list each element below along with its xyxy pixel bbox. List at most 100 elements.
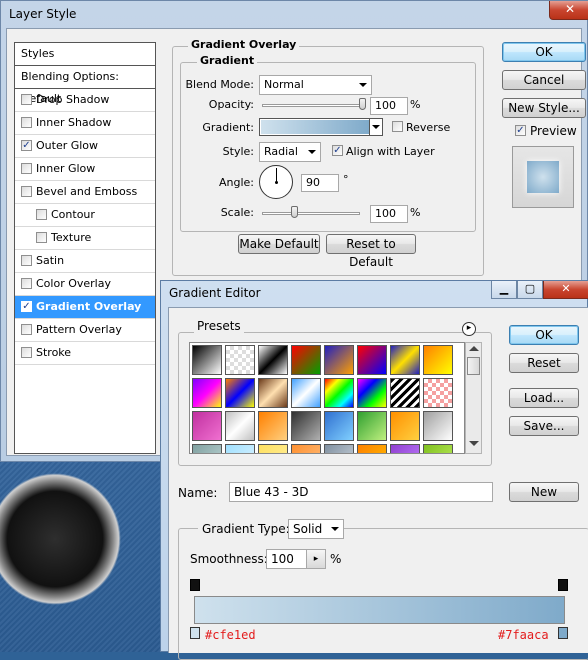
opacity-stop-right[interactable] — [558, 579, 568, 591]
color-stop-right[interactable] — [558, 627, 568, 639]
preset-swatch[interactable] — [423, 378, 453, 408]
style-item-checkbox[interactable] — [36, 232, 47, 243]
ge-save-button[interactable]: Save... — [509, 416, 579, 436]
style-item[interactable]: Bevel and Emboss — [15, 181, 155, 204]
style-item[interactable]: Color Overlay — [15, 273, 155, 296]
name-input[interactable]: Blue 43 - 3D — [229, 482, 493, 502]
scale-slider-track[interactable] — [262, 212, 360, 215]
angle-dial[interactable] — [259, 165, 293, 199]
angle-input[interactable]: 90 — [301, 174, 339, 192]
style-item[interactable]: Stroke — [15, 342, 155, 365]
scale-slider-thumb[interactable] — [291, 206, 299, 218]
style-item[interactable]: Inner Glow — [15, 158, 155, 181]
ge-ok-button[interactable]: OK — [509, 325, 579, 345]
style-item[interactable]: Satin — [15, 250, 155, 273]
preset-swatch[interactable] — [291, 444, 321, 453]
preset-swatch[interactable] — [192, 411, 222, 441]
scroll-thumb[interactable] — [467, 357, 480, 375]
ge-reset-button[interactable]: Reset — [509, 353, 579, 373]
gradient-picker[interactable] — [259, 118, 383, 136]
preset-swatch[interactable] — [258, 378, 288, 408]
maximize-icon[interactable]: ▢ — [517, 281, 543, 299]
preset-swatch[interactable] — [324, 444, 354, 453]
cancel-button[interactable]: Cancel — [502, 70, 586, 90]
preset-swatch[interactable] — [324, 378, 354, 408]
preset-swatch[interactable] — [192, 378, 222, 408]
style-item-checkbox[interactable]: ✓ — [21, 140, 32, 151]
smoothness-input[interactable]: 100 ▸ — [266, 549, 326, 569]
preset-swatch[interactable] — [390, 411, 420, 441]
opacity-slider-track[interactable] — [262, 104, 366, 107]
preset-swatch[interactable] — [357, 378, 387, 408]
style-item-checkbox[interactable] — [21, 347, 32, 358]
opacity-slider-thumb[interactable] — [359, 98, 366, 110]
gradient-type-select[interactable]: Solid — [288, 519, 344, 539]
preset-swatch[interactable] — [357, 345, 387, 375]
style-item[interactable]: Drop Shadow — [15, 89, 155, 112]
style-item-checkbox[interactable] — [21, 186, 32, 197]
preset-swatch[interactable] — [192, 444, 222, 453]
presets-scrollbar[interactable] — [465, 342, 482, 454]
style-item-checkbox[interactable] — [21, 324, 32, 335]
style-item[interactable]: Texture — [15, 227, 155, 250]
opacity-input[interactable]: 100 — [370, 97, 408, 115]
scroll-up-icon[interactable] — [469, 346, 479, 351]
layer-style-titlebar[interactable]: Layer Style — [1, 1, 588, 29]
preset-swatch[interactable] — [291, 411, 321, 441]
new-style-button[interactable]: New Style... — [502, 98, 586, 118]
preset-swatch[interactable] — [258, 345, 288, 375]
preset-swatch[interactable] — [258, 411, 288, 441]
ge-load-button[interactable]: Load... — [509, 388, 579, 408]
styles-header[interactable]: Styles — [15, 43, 155, 66]
blend-mode-select[interactable]: Normal — [259, 75, 372, 95]
preset-swatch[interactable] — [390, 444, 420, 453]
ge-new-button[interactable]: New — [509, 482, 579, 502]
presets-menu-icon[interactable]: ▸ — [462, 322, 476, 336]
style-item-checkbox[interactable] — [36, 209, 47, 220]
color-stop-left[interactable] — [190, 627, 200, 639]
preset-swatch[interactable] — [192, 345, 222, 375]
reset-to-default-button[interactable]: Reset to Default — [326, 234, 416, 269]
close-icon[interactable]: ✕ — [549, 1, 588, 20]
preset-swatch[interactable] — [225, 444, 255, 453]
preset-swatch[interactable] — [291, 345, 321, 375]
reverse-checkbox[interactable] — [392, 121, 403, 132]
preset-swatch[interactable] — [258, 444, 288, 453]
preset-swatch[interactable] — [225, 345, 255, 375]
preset-swatch[interactable] — [225, 378, 255, 408]
blending-options-item[interactable]: Blending Options: Default — [15, 66, 155, 105]
ok-button[interactable]: OK — [502, 42, 586, 62]
preset-swatch[interactable] — [357, 411, 387, 441]
gradient-dropdown-button[interactable] — [369, 119, 382, 135]
preset-swatch[interactable] — [324, 411, 354, 441]
style-item-checkbox[interactable] — [21, 255, 32, 266]
style-item[interactable]: Inner Shadow — [15, 112, 155, 135]
opacity-stop-left[interactable] — [190, 579, 200, 591]
preset-swatch[interactable] — [357, 444, 387, 453]
style-item[interactable]: Contour — [15, 204, 155, 227]
style-item-checkbox[interactable] — [21, 117, 32, 128]
style-item[interactable]: Pattern Overlay — [15, 319, 155, 342]
close-icon[interactable]: ✕ — [543, 281, 588, 299]
style-item-checkbox[interactable] — [21, 278, 32, 289]
style-item[interactable]: ✓ Gradient Overlay — [15, 296, 155, 319]
style-select[interactable]: Radial — [259, 142, 321, 162]
preset-swatch[interactable] — [423, 444, 453, 453]
align-with-layer-checkbox[interactable]: ✓ — [332, 145, 343, 156]
preset-swatch[interactable] — [423, 345, 453, 375]
scroll-down-icon[interactable] — [469, 441, 479, 446]
style-item[interactable]: ✓ Outer Glow — [15, 135, 155, 158]
make-default-button[interactable]: Make Default — [238, 234, 320, 254]
preset-swatch[interactable] — [225, 411, 255, 441]
minimize-icon[interactable]: ▁ — [491, 281, 517, 299]
scale-input[interactable]: 100 — [370, 205, 408, 223]
style-item-checkbox[interactable] — [21, 163, 32, 174]
preset-swatch[interactable] — [324, 345, 354, 375]
style-item-checkbox[interactable] — [21, 94, 32, 105]
smoothness-stepper-icon[interactable]: ▸ — [306, 550, 325, 568]
preview-checkbox[interactable]: ✓ — [515, 125, 526, 136]
preset-swatch[interactable] — [423, 411, 453, 441]
style-item-checkbox[interactable]: ✓ — [21, 301, 32, 312]
gradient-bar[interactable] — [194, 596, 565, 624]
preset-swatch[interactable] — [390, 345, 420, 375]
